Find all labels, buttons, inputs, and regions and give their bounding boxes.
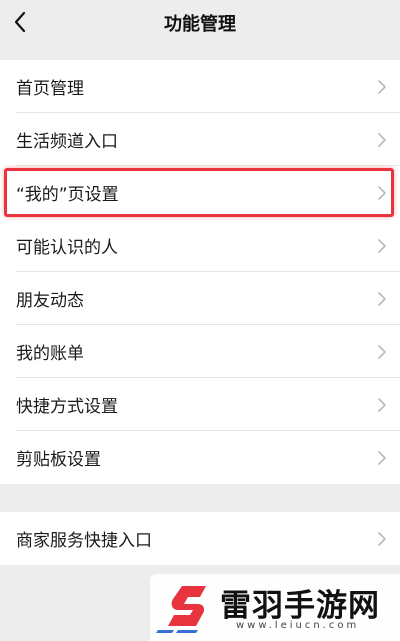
watermark: 雷羽手游网 www.leiucn.com [150, 574, 400, 641]
menu-item-label: 首页管理 [16, 79, 84, 99]
watermark-url: www.leiucn.com [236, 620, 360, 631]
page-title: 功能管理 [164, 14, 236, 35]
chevron-right-icon [378, 397, 386, 412]
menu-item-label: 剪贴板设置 [16, 450, 101, 470]
settings-group-merchant: 商家服务快捷入口 [0, 512, 400, 565]
menu-item-merchant-service-shortcut[interactable]: 商家服务快捷入口 [0, 512, 400, 565]
chevron-right-icon [378, 238, 386, 253]
menu-item-label: 可能认识的人 [16, 238, 118, 258]
menu-item-label: 我的账单 [16, 344, 84, 364]
chevron-right-icon [378, 344, 386, 359]
menu-item-label: 快捷方式设置 [16, 397, 118, 417]
chevron-right-icon [378, 531, 386, 546]
menu-item-label: 朋友动态 [16, 291, 84, 311]
menu-item-label: 商家服务快捷入口 [16, 531, 152, 551]
chevron-right-icon [378, 132, 386, 147]
settings-group-main: 首页管理 生活频道入口 “我的”页设置 可能认识的人 朋友动态 我的账单 快捷方… [0, 60, 400, 484]
menu-item-label: “我的”页设置 [16, 185, 119, 205]
menu-item-label: 生活频道入口 [16, 132, 118, 152]
menu-item-shortcut-settings[interactable]: 快捷方式设置 [0, 378, 400, 431]
watermark-name: 雷羽手游网 [220, 588, 380, 624]
chevron-right-icon [378, 450, 386, 465]
site-logo-icon [156, 586, 206, 633]
chevron-right-icon [378, 291, 386, 306]
chevron-right-icon [378, 185, 386, 200]
menu-item-homepage-management[interactable]: 首页管理 [0, 60, 400, 113]
menu-item-my-bills[interactable]: 我的账单 [0, 325, 400, 378]
menu-item-clipboard-settings[interactable]: 剪贴板设置 [0, 431, 400, 484]
menu-item-me-page-settings[interactable]: “我的”页设置 [0, 166, 400, 219]
header: 功能管理 [0, 0, 400, 56]
menu-item-friend-updates[interactable]: 朋友动态 [0, 272, 400, 325]
chevron-right-icon [378, 79, 386, 94]
menu-item-people-you-may-know[interactable]: 可能认识的人 [0, 219, 400, 272]
menu-item-life-channel-entry[interactable]: 生活频道入口 [0, 113, 400, 166]
